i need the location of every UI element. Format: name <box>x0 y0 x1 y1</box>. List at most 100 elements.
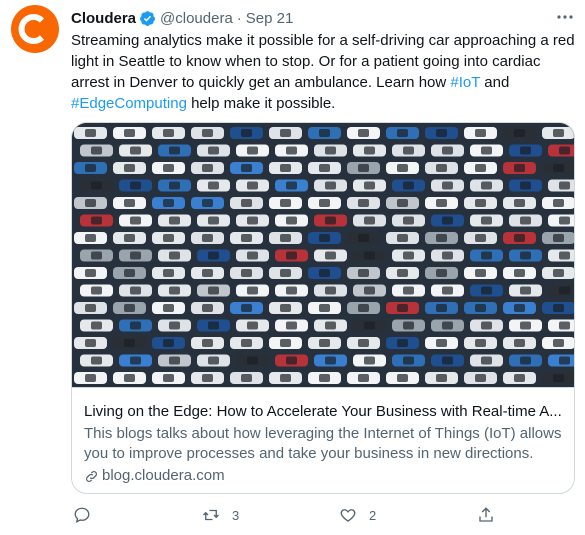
car-window <box>130 146 141 155</box>
car-window <box>514 269 525 277</box>
car-window <box>442 356 453 365</box>
tweet-text: Streaming analytics make it possible for… <box>71 30 581 114</box>
car-window <box>325 356 336 365</box>
like-button[interactable]: 2 <box>339 506 376 524</box>
car-window <box>208 146 219 155</box>
car-window <box>520 216 531 225</box>
car-window <box>247 216 258 225</box>
car-window <box>163 164 174 172</box>
car-window <box>319 374 330 382</box>
car-window <box>208 181 219 190</box>
car-window <box>241 164 252 172</box>
link-icon <box>86 470 97 482</box>
hashtag-edgecomputing[interactable]: #EdgeComputing <box>71 95 187 112</box>
car-window <box>319 234 330 242</box>
car-window <box>514 164 525 172</box>
car-window <box>208 356 219 365</box>
car-window <box>202 269 213 277</box>
car-window <box>286 146 297 155</box>
car-window <box>397 234 408 242</box>
car-window <box>91 356 102 365</box>
car-window <box>514 304 525 312</box>
car-window <box>559 356 570 365</box>
car-window <box>481 251 492 260</box>
car-window <box>85 129 96 137</box>
car-window <box>130 321 141 330</box>
car-window <box>325 286 336 295</box>
car-window <box>559 251 570 260</box>
share-button[interactable] <box>477 506 495 524</box>
car-window <box>85 374 96 382</box>
car-window <box>514 374 525 382</box>
author-name[interactable]: Cloudera <box>71 10 136 27</box>
car-window <box>436 164 447 172</box>
car-window <box>520 321 531 330</box>
car-window <box>280 374 291 382</box>
car-window <box>202 164 213 172</box>
car-window <box>91 146 102 155</box>
car-window <box>85 199 96 207</box>
car-window <box>553 374 564 382</box>
car-window <box>559 286 570 295</box>
car-window <box>169 181 180 190</box>
author-handle[interactable]: @cloudera <box>160 10 233 27</box>
car-window <box>559 321 570 330</box>
car-window <box>358 374 369 382</box>
car-window <box>442 286 453 295</box>
car-window <box>124 234 135 242</box>
car-window <box>91 321 102 330</box>
car-window <box>91 181 102 190</box>
retweet-button[interactable]: 3 <box>202 506 239 524</box>
car-window <box>559 216 570 225</box>
car-window <box>130 216 141 225</box>
car-window <box>130 251 141 260</box>
car-window <box>286 321 297 330</box>
car-window <box>85 304 96 312</box>
car-window <box>436 129 447 137</box>
car-window <box>247 146 258 155</box>
car-window <box>202 129 213 137</box>
car-window <box>475 269 486 277</box>
car-window <box>475 374 486 382</box>
link-card[interactable]: Living on the Edge: How to Accelerate Yo… <box>71 122 575 494</box>
car-window <box>364 286 375 295</box>
hashtag-iot[interactable]: #IoT <box>450 74 480 91</box>
car-window <box>442 181 453 190</box>
car-window <box>91 286 102 295</box>
car-window <box>169 216 180 225</box>
car-window <box>436 374 447 382</box>
more-icon[interactable] <box>555 8 575 26</box>
tweet-text-part: and <box>480 74 510 91</box>
car-window <box>163 339 174 347</box>
avatar[interactable] <box>11 5 59 53</box>
car-window <box>325 251 336 260</box>
card-image[interactable] <box>72 123 575 387</box>
car-window <box>241 374 252 382</box>
car-window <box>286 286 297 295</box>
car-window <box>286 181 297 190</box>
car-window <box>85 234 96 242</box>
reply-button[interactable] <box>73 506 103 524</box>
card-title: Living on the Edge: How to Accelerate Yo… <box>84 403 562 420</box>
car-window <box>397 269 408 277</box>
car-window <box>364 216 375 225</box>
car-window <box>358 164 369 172</box>
car-window <box>553 339 564 347</box>
verified-badge-icon <box>140 10 155 26</box>
tweet-date[interactable]: Sep 21 <box>246 10 294 27</box>
car-window <box>442 251 453 260</box>
car-window <box>397 339 408 347</box>
car-window <box>280 164 291 172</box>
car-window <box>91 216 102 225</box>
car-window <box>169 251 180 260</box>
car-window <box>553 304 564 312</box>
car-window <box>436 339 447 347</box>
car-window <box>163 304 174 312</box>
car-window <box>403 251 414 260</box>
car-window <box>397 164 408 172</box>
car-window <box>241 129 252 137</box>
car-window <box>247 251 258 260</box>
car-window <box>358 234 369 242</box>
car-window <box>124 129 135 137</box>
car-window <box>475 129 486 137</box>
